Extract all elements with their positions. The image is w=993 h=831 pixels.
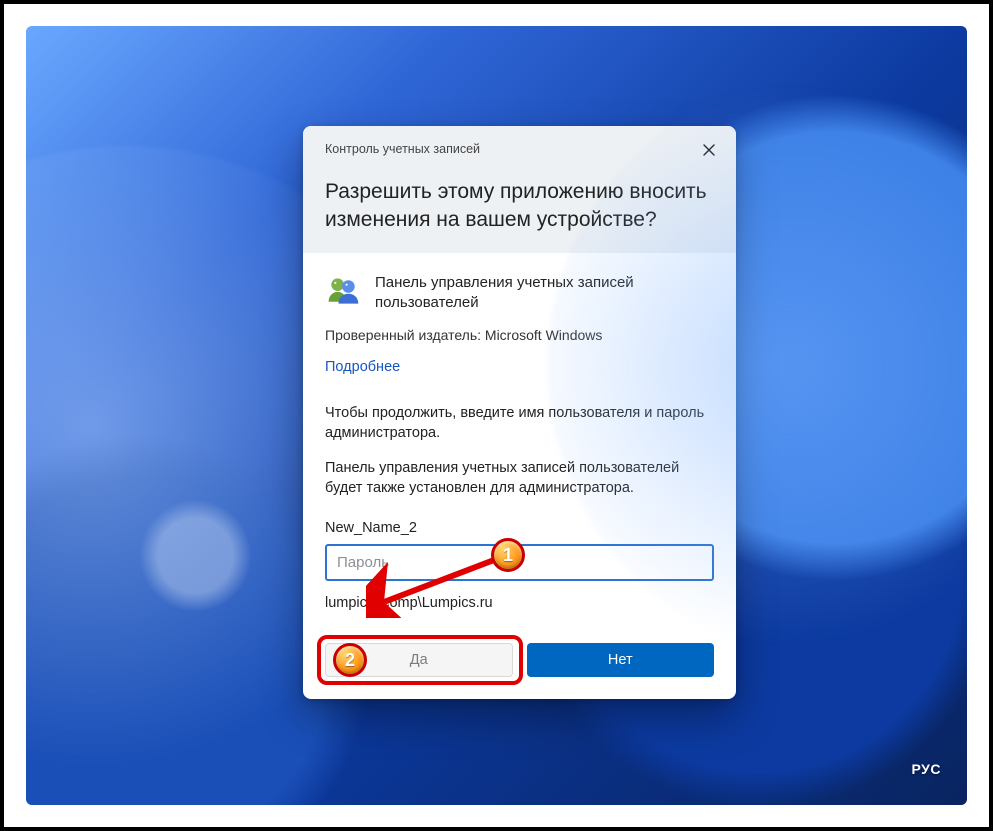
users-icon bbox=[325, 273, 361, 309]
app-name: Панель управления учетных записей пользо… bbox=[375, 273, 714, 314]
uac-button-row: Да Нет 2 bbox=[303, 629, 736, 699]
instruction-enter-credentials: Чтобы продолжить, введите имя пользовате… bbox=[325, 403, 714, 444]
yes-button-label: Да bbox=[410, 652, 428, 668]
domain-user-line: lumpics_comp\Lumpics.ru bbox=[325, 595, 714, 611]
screenshot-frame: Контроль учетных записей Разрешить этому… bbox=[0, 0, 993, 831]
ime-indicator[interactable]: РУС bbox=[912, 761, 941, 777]
close-button[interactable] bbox=[694, 136, 724, 164]
no-button-label: Нет bbox=[608, 652, 633, 668]
app-info-row: Панель управления учетных записей пользо… bbox=[325, 273, 714, 314]
publisher-line: Проверенный издатель: Microsoft Windows bbox=[325, 327, 714, 343]
annotation-badge-1: 1 bbox=[491, 538, 525, 572]
show-more-link[interactable]: Подробнее bbox=[325, 359, 400, 375]
uac-dialog-header: Контроль учетных записей Разрешить этому… bbox=[303, 126, 736, 253]
desktop-wallpaper: Контроль учетных записей Разрешить этому… bbox=[26, 26, 967, 805]
close-icon bbox=[703, 144, 715, 156]
no-button[interactable]: Нет bbox=[527, 643, 715, 677]
uac-title: Разрешить этому приложению вносить измен… bbox=[325, 178, 714, 235]
uac-body: Панель управления учетных записей пользо… bbox=[303, 253, 736, 630]
uac-caption: Контроль учетных записей bbox=[325, 142, 714, 156]
instruction-applies-to-admin: Панель управления учетных записей пользо… bbox=[325, 458, 714, 499]
uac-dialog: Контроль учетных записей Разрешить этому… bbox=[303, 126, 736, 699]
username-label: New_Name_2 bbox=[325, 520, 714, 536]
